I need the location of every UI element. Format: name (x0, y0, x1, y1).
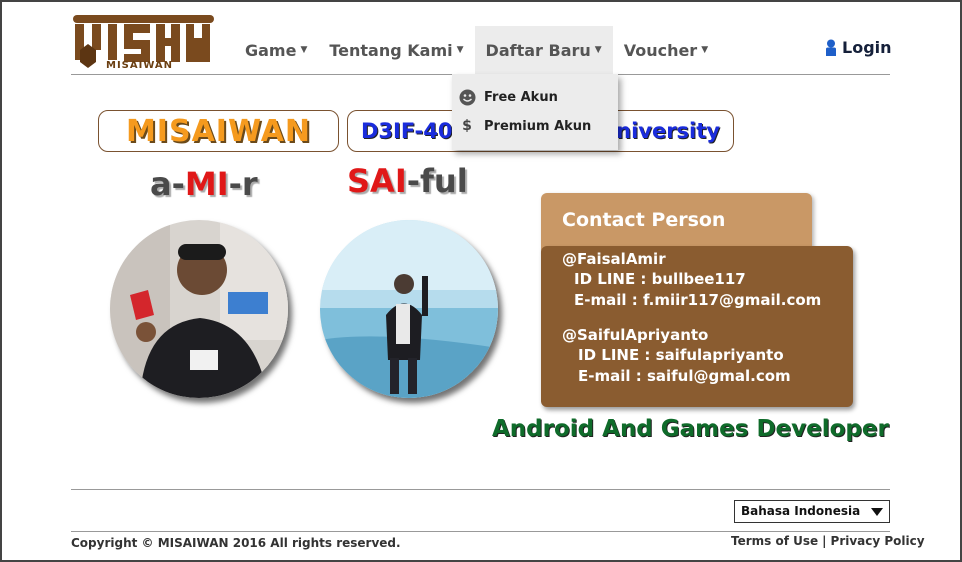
footer-link-separator: | (822, 534, 827, 548)
footer-divider-bottom (71, 531, 890, 532)
terms-link[interactable]: Terms of Use (731, 534, 818, 548)
nav-label: Tentang Kami (329, 40, 453, 60)
name-suffix: -r (228, 165, 258, 203)
menu-item-premium-akun[interactable]: $ Premium Akun (458, 117, 591, 135)
privacy-link[interactable]: Privacy Policy (831, 534, 925, 548)
nav-label: Voucher (623, 40, 698, 60)
name-suffix: -ful (406, 162, 468, 200)
contact-email: E-mail : f.miir117@gmail.com (574, 291, 822, 309)
dropdown-arrow-icon (871, 508, 883, 516)
person-name-amir: a-MI-r (150, 165, 258, 203)
name-prefix: a- (150, 165, 185, 203)
user-icon (826, 39, 836, 56)
smiley-icon (458, 88, 476, 106)
nav-item-tentang-kami[interactable]: Tentang Kami ▼ (318, 26, 474, 74)
nav-item-game[interactable]: Game ▼ (234, 26, 318, 74)
caret-down-icon: ▼ (300, 45, 308, 55)
contact-card: @FaisalAmir ID LINE : bullbee117 E-mail … (541, 246, 853, 407)
copyright-text: Copyright © MISAIWAN 2016 All rights res… (71, 536, 401, 550)
nav-item-voucher[interactable]: Voucher ▼ (613, 26, 719, 74)
page-frame: MISAIWAN Game ▼ Tentang Kami ▼ Daftar Ba… (0, 0, 962, 562)
caret-down-icon: ▼ (701, 45, 709, 55)
contact-title: Contact Person (562, 209, 726, 231)
class-banner-right-text: niversity (616, 119, 720, 143)
login-link[interactable]: Login (824, 38, 892, 57)
name-highlight: SAI (347, 162, 407, 200)
contact-line-id: ID LINE : bullbee117 (574, 270, 746, 288)
caret-down-icon: ▼ (456, 45, 464, 55)
nav-label: Game (245, 40, 297, 60)
profile-photo-saiful (320, 220, 498, 398)
nav-item-daftar-baru[interactable]: Daftar Baru ▼ (474, 26, 613, 74)
class-banner-left-text: D3IF-40 (361, 119, 453, 143)
dollar-icon: $ (462, 118, 472, 134)
profile-photo-amir (110, 220, 288, 398)
contact-line-id: ID LINE : saifulapriyanto (578, 346, 784, 364)
daftar-baru-dropdown: Free Akun $ Premium Akun (452, 74, 618, 150)
nav-label: Daftar Baru (485, 40, 591, 60)
contact-handle: @SaifulApriyanto (562, 326, 709, 344)
contact-email: E-mail : saiful@gmal.com (578, 367, 791, 385)
login-label: Login (842, 38, 892, 57)
language-select[interactable]: Bahasa Indonesia (734, 500, 890, 523)
footer-links: Terms of Use | Privacy Policy (731, 534, 925, 548)
brand-banner: MISAIWAN (98, 110, 339, 152)
main-nav: Game ▼ Tentang Kami ▼ Daftar Baru ▼ Vouc… (234, 26, 719, 74)
footer-divider-top (71, 489, 890, 490)
menu-item-free-akun[interactable]: Free Akun (458, 88, 558, 106)
contact-handle: @FaisalAmir (562, 250, 666, 268)
brand-banner-text: MISAIWAN (125, 113, 312, 149)
language-select-value: Bahasa Indonesia (741, 504, 861, 518)
tagline: Android And Games Developer (492, 416, 889, 442)
caret-down-icon: ▼ (594, 45, 602, 55)
person-name-saiful: SAI-ful (347, 162, 468, 200)
name-highlight: MI (184, 165, 229, 203)
menu-item-label: Free Akun (484, 89, 558, 105)
logo-text: MISAIWAN (106, 60, 174, 71)
menu-item-label: Premium Akun (484, 118, 592, 134)
